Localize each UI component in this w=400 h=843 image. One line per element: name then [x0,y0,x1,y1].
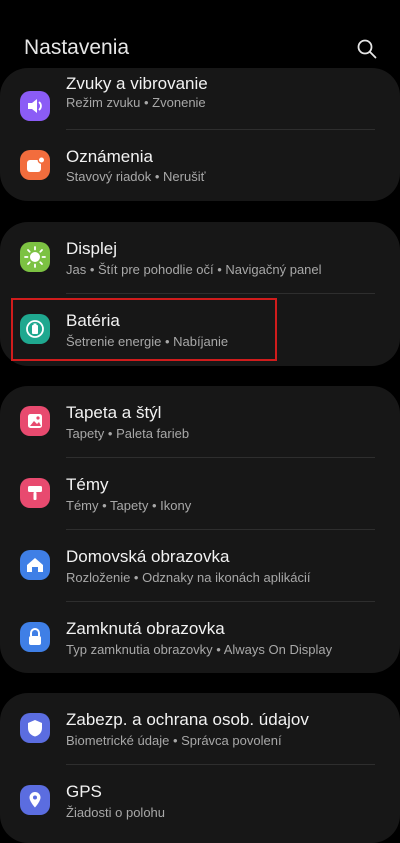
settings-item-security[interactable]: Zabezp. a ochrana osob. údajov Biometric… [0,693,400,765]
settings-item-label: Zabezp. a ochrana osob. údajov [66,710,309,729]
settings-item-subtitle: Tapety • Paleta farieb [66,426,190,441]
volume-icon [20,91,50,121]
settings-group-security: Zabezp. a ochrana osob. údajov Biometric… [0,693,400,843]
settings-item-subtitle: Rozloženie • Odznaky na ikonách aplikáci… [66,570,311,585]
settings-item-subtitle: Typ zamknutia obrazovky • Always On Disp… [66,642,333,657]
settings-group-appearance: Tapeta a štýl Tapety • Paleta farieb Tém… [0,386,400,673]
settings-item-notifications[interactable]: Oznámenia Stavový riadok • Nerušiť [0,129,400,201]
settings-group-sound: Zvuky a vibrovanie Režim zvuku • Zvoneni… [0,68,400,201]
selection-highlight [11,298,277,361]
lock-icon [20,622,50,652]
settings-item-gps[interactable]: GPS Žiadosti o polohu [0,765,400,837]
settings-item-subtitle: Jas • Štít pre pohodlie očí • Navigačný … [66,262,322,277]
location-icon [20,785,50,815]
shield-icon [20,713,50,743]
settings-item-label: Oznámenia [66,147,153,166]
sun-icon [20,242,50,272]
settings-item-label: Tapeta a štýl [66,403,162,422]
wallpaper-icon [20,406,50,436]
page-title: Nastavenia [24,36,130,59]
settings-item-subtitle: Témy • Tapety • Ikony [66,498,192,513]
settings-item-label: Domovská obrazovka [66,547,230,566]
search-icon[interactable] [356,38,378,60]
settings-item-themes[interactable]: Témy Témy • Tapety • Ikony [0,458,400,530]
settings-item-label: Témy [66,475,109,494]
settings-item-sound[interactable]: Zvuky a vibrovanie Režim zvuku • Zvoneni… [0,68,400,136]
settings-item-label: Displej [66,239,118,258]
settings-item-label: Zamknutá obrazovka [66,619,225,638]
settings-item-subtitle: Žiadosti o polohu [66,805,166,820]
settings-item-label: GPS [66,782,102,801]
settings-item-subtitle: Stavový riadok • Nerušiť [66,169,206,184]
settings-item-home-screen[interactable]: Domovská obrazovka Rozloženie • Odznaky … [0,530,400,602]
settings-item-label: Zvuky a vibrovanie [66,74,208,93]
home-icon [20,550,50,580]
settings-item-display[interactable]: Displej Jas • Štít pre pohodlie očí • Na… [0,222,400,294]
settings-item-subtitle: Režim zvuku • Zvonenie [66,95,206,110]
settings-item-subtitle: Biometrické údaje • Správca povolení [66,733,282,748]
settings-item-lock-screen[interactable]: Zamknutá obrazovka Typ zamknutia obrazov… [0,602,400,673]
themes-icon [20,478,50,508]
notification-icon [20,150,50,180]
settings-item-wallpaper[interactable]: Tapeta a štýl Tapety • Paleta farieb [0,386,400,458]
